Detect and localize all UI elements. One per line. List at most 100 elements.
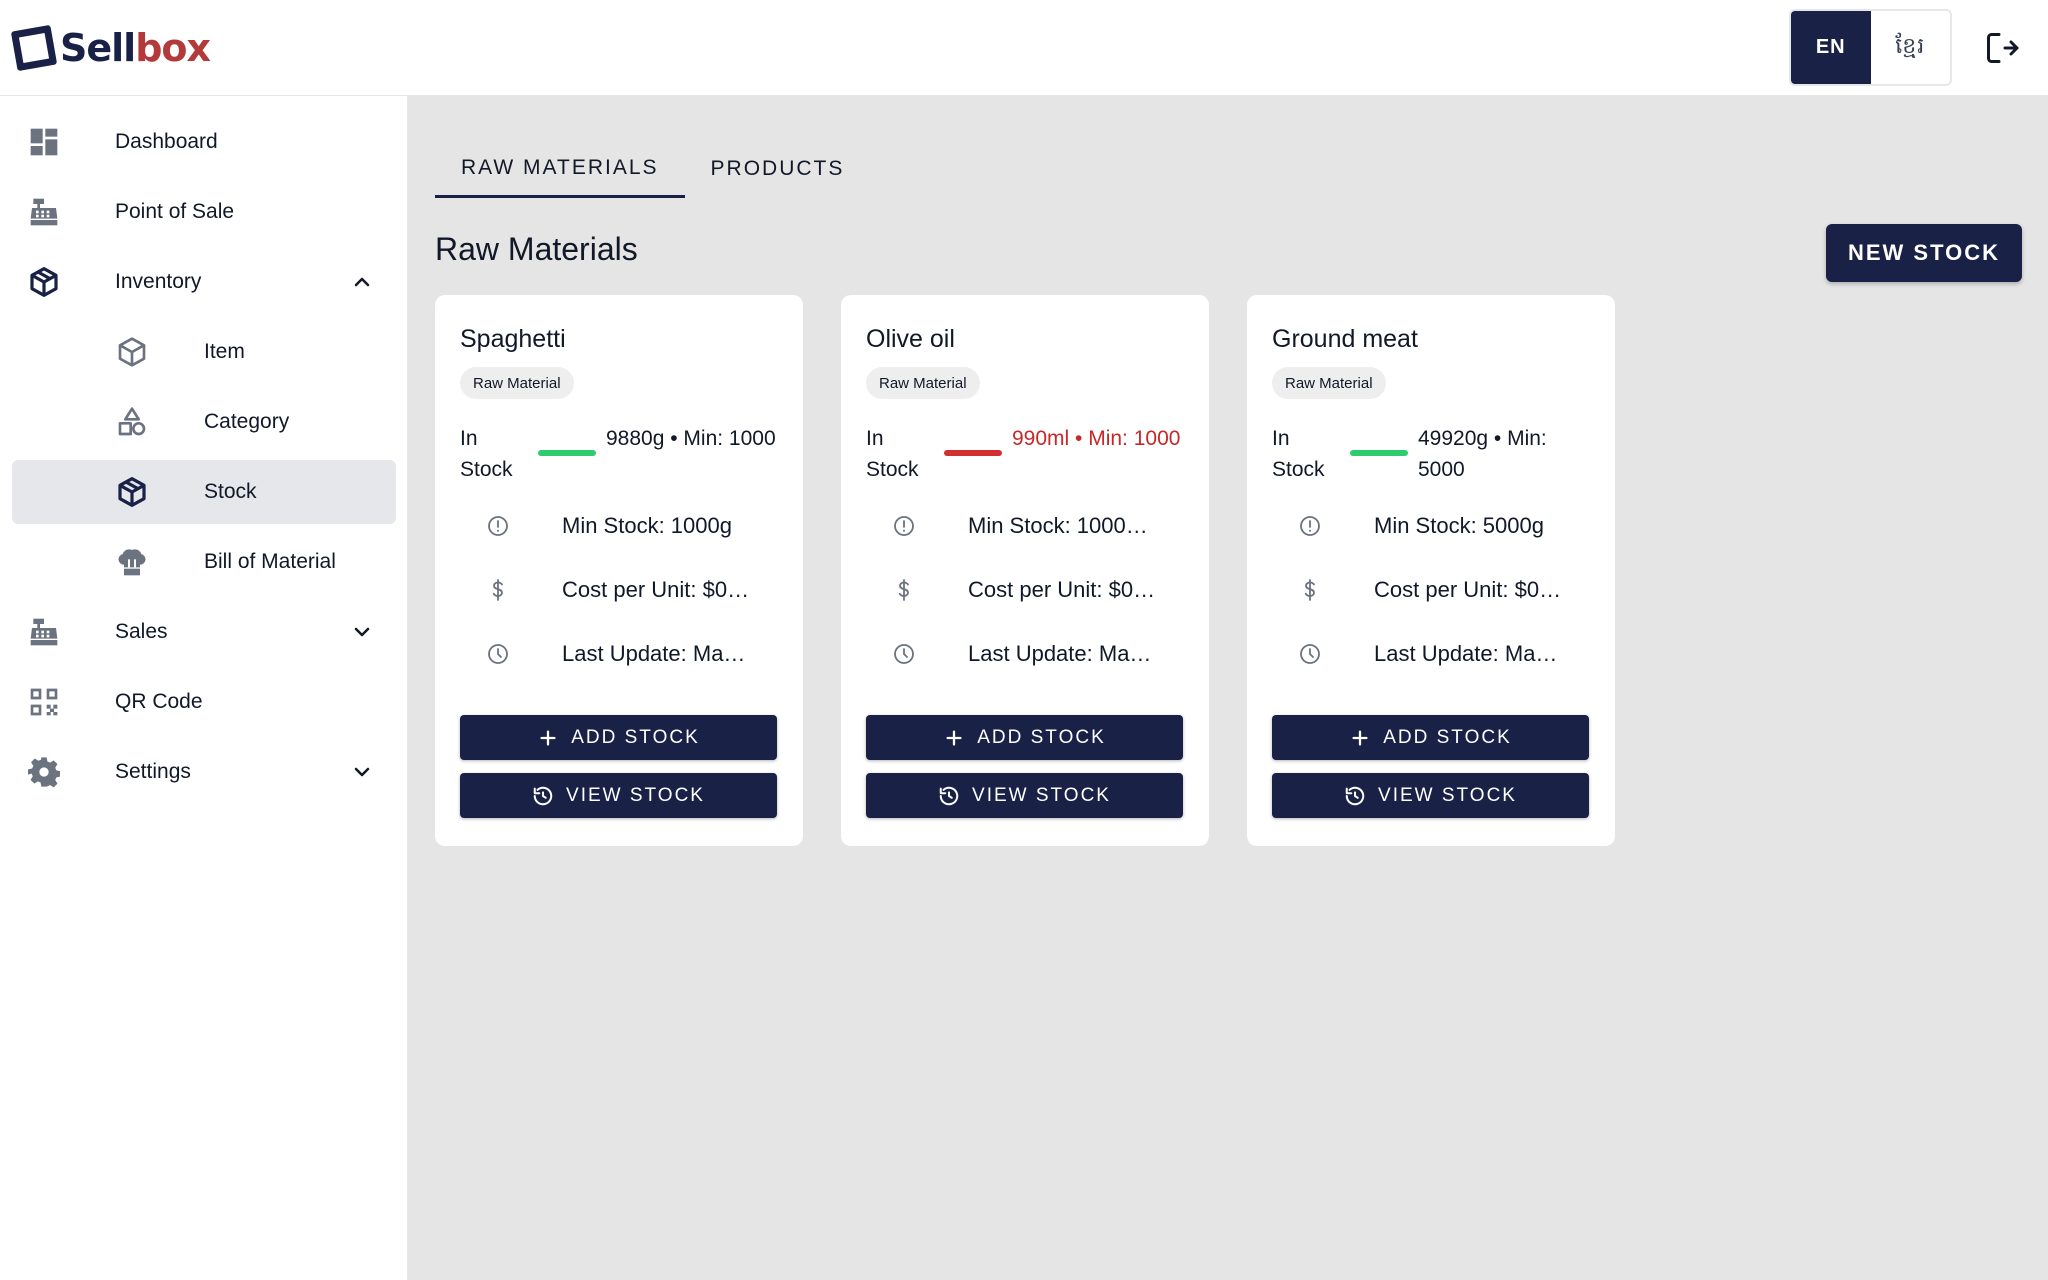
shapes-icon (118, 407, 146, 436)
sidebar-item-settings[interactable]: Settings (12, 740, 396, 804)
chevron-down-icon (354, 627, 370, 637)
stock-card: Ground meat Raw Material In Stock 49920g… (1247, 295, 1615, 846)
min-stock-text: Min Stock: 1000… (968, 513, 1148, 538)
add-stock-button[interactable]: ADD STOCK (460, 715, 777, 760)
clock-icon (1300, 644, 1320, 664)
history-icon (533, 786, 553, 805)
dollar-icon (898, 579, 909, 601)
min-stock-row: Min Stock: 5000g (1272, 510, 1592, 542)
main-content: RAW MATERIALS PRODUCTS Raw Materials NEW… (408, 96, 2048, 1280)
stock-card: Olive oil Raw Material In Stock 990ml • … (841, 295, 1209, 846)
plus-icon (540, 729, 556, 746)
sidebar-item-label: Item (204, 340, 245, 363)
sidebar-item-stock[interactable]: Stock (12, 460, 396, 524)
view-stock-label: VIEW STOCK (566, 784, 705, 806)
cost-row: Cost per Unit: $0… (460, 574, 780, 606)
view-stock-button[interactable]: VIEW STOCK (460, 773, 777, 818)
sidebar-item-label: Point of Sale (115, 200, 235, 223)
add-stock-button[interactable]: ADD STOCK (1272, 715, 1589, 760)
sidebar-item-dashboard[interactable]: Dashboard (12, 110, 396, 174)
view-stock-button[interactable]: VIEW STOCK (1272, 773, 1589, 818)
history-icon (939, 786, 959, 805)
cube-icon (30, 267, 58, 297)
stock-status-label: In Stock (460, 427, 513, 481)
plus-icon (1352, 729, 1368, 746)
tab-raw-materials[interactable]: RAW MATERIALS (435, 140, 685, 198)
cost-per-unit-text: Cost per Unit: $0… (562, 577, 750, 602)
add-stock-label: ADD STOCK (1383, 726, 1512, 748)
view-stock-button[interactable]: VIEW STOCK (866, 773, 1183, 818)
last-update-text: Last Update: Ma… (968, 641, 1152, 666)
clock-icon (894, 644, 914, 664)
gear-icon (28, 757, 60, 788)
logo-text-sell: Sell (60, 26, 136, 70)
min-stock-row: Min Stock: 1000… (866, 510, 1186, 542)
sidebar-item-label: Stock (204, 480, 257, 503)
sidebar-item-bill-of-material[interactable]: Bill of Material (12, 530, 396, 594)
alert-circle-icon (488, 516, 508, 536)
stock-level-bar (538, 450, 596, 456)
dashboard-icon (30, 128, 58, 156)
stock-level-bar (944, 450, 1002, 456)
material-type-chip: Raw Material (1272, 367, 1386, 399)
add-stock-label: ADD STOCK (977, 726, 1106, 748)
sellbox-logo[interactable]: Sellbox (10, 24, 211, 72)
cube-outline-icon (118, 337, 146, 367)
last-update-row: Last Update: Ma… (460, 638, 780, 670)
card-title: Ground meat (1272, 325, 1418, 353)
sidebar-item-label: Dashboard (115, 130, 218, 153)
cube-icon (118, 477, 146, 507)
logo-mark-icon (10, 24, 58, 72)
cost-per-unit-text: Cost per Unit: $0… (1374, 577, 1562, 602)
last-update-text: Last Update: Ma… (562, 641, 746, 666)
stock-status-label: In Stock (1272, 427, 1325, 481)
chevron-down-icon (354, 767, 370, 777)
plus-icon (946, 729, 962, 746)
cash-register-icon (30, 198, 58, 226)
card-title: Olive oil (866, 325, 955, 353)
sidebar-item-label: Inventory (115, 270, 202, 293)
view-stock-label: VIEW STOCK (972, 784, 1111, 806)
tab-products[interactable]: PRODUCTS (685, 140, 871, 198)
language-km-button[interactable]: ខ្មែរ (1870, 11, 1950, 84)
view-stock-label: VIEW STOCK (1378, 784, 1517, 806)
min-stock-text: Min Stock: 5000g (1374, 513, 1544, 538)
min-stock-text: Min Stock: 1000g (562, 513, 732, 538)
last-update-row: Last Update: Ma… (866, 638, 1186, 670)
sidebar: Dashboard Point of Sale Inventory Item C… (0, 96, 408, 1280)
dollar-icon (492, 579, 503, 601)
sidebar-item-label: Bill of Material (204, 550, 336, 573)
add-stock-label: ADD STOCK (571, 726, 700, 748)
language-toggle: EN ខ្មែរ (1789, 9, 1952, 86)
sidebar-item-point-of-sale[interactable]: Point of Sale (12, 180, 396, 244)
sidebar-item-inventory[interactable]: Inventory (12, 250, 396, 314)
sidebar-item-qr-code[interactable]: QR Code (12, 670, 396, 734)
app-header: Sellbox EN ខ្មែរ (0, 0, 2048, 96)
sidebar-item-item[interactable]: Item (12, 320, 396, 384)
logout-icon[interactable] (1984, 30, 2020, 66)
stock-status-label: In Stock (866, 427, 919, 481)
language-en-button[interactable]: EN (1791, 11, 1871, 84)
chef-hat-icon (118, 549, 146, 576)
last-update-text: Last Update: Ma… (1374, 641, 1558, 666)
tab-bar: RAW MATERIALS PRODUCTS (435, 140, 870, 198)
sidebar-item-category[interactable]: Category (12, 390, 396, 454)
page-title: Raw Materials (435, 231, 638, 267)
stock-card: Spaghetti Raw Material In Stock 9880g • … (435, 295, 803, 846)
material-type-chip: Raw Material (460, 367, 574, 399)
new-stock-button[interactable]: NEW STOCK (1826, 224, 2022, 282)
stock-quantity: 9880g • Min: 1000 (606, 427, 776, 450)
cost-row: Cost per Unit: $0… (866, 574, 1186, 606)
card-title: Spaghetti (460, 325, 566, 353)
chevron-up-icon (354, 277, 370, 287)
logo-text-box: box (135, 26, 211, 70)
material-type-chip: Raw Material (866, 367, 980, 399)
stock-level-bar (1350, 450, 1408, 456)
stock-quantity: 990ml • Min: 1000 (1012, 427, 1181, 450)
sidebar-item-label: Sales (115, 620, 168, 643)
history-icon (1345, 786, 1365, 805)
add-stock-button[interactable]: ADD STOCK (866, 715, 1183, 760)
sidebar-item-sales[interactable]: Sales (12, 600, 396, 664)
qr-code-icon (30, 688, 58, 716)
sidebar-item-label: QR Code (115, 690, 203, 713)
